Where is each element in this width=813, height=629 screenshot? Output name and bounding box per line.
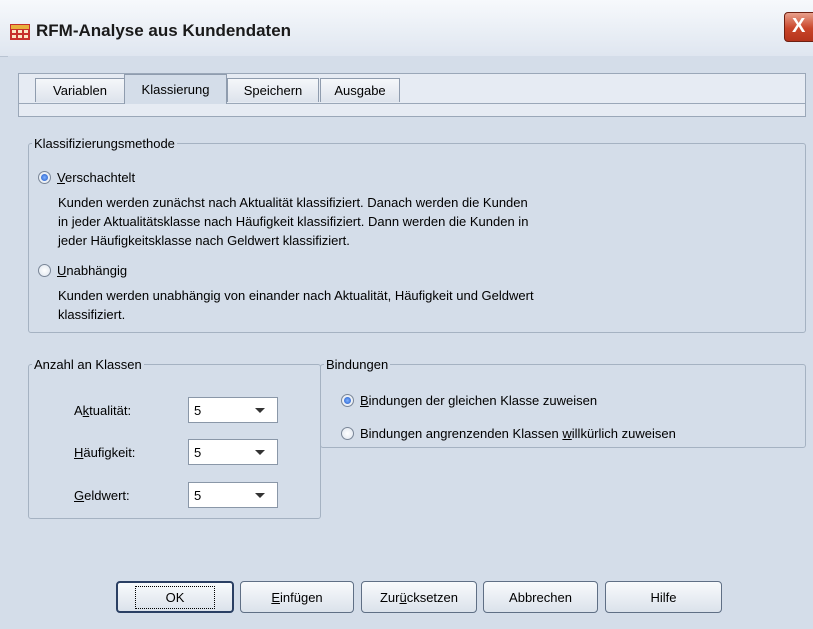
mnemonic: U xyxy=(57,263,67,278)
label-text: illkürlich zuweisen xyxy=(571,426,676,441)
tab-klassierung[interactable]: Klassierung xyxy=(124,74,227,104)
radio-label: Bindungen der gleichen Klasse zuweisen xyxy=(360,393,597,408)
chevron-down-icon xyxy=(255,492,265,498)
description-line: klassifiziert. xyxy=(58,307,126,322)
radio-unselected-icon xyxy=(341,427,354,440)
label-text: cksetzen xyxy=(406,589,459,605)
recency-select[interactable]: 5 xyxy=(188,397,278,423)
table-grid-icon xyxy=(10,24,30,40)
radio-selected-icon xyxy=(38,171,51,184)
ties-random-radio[interactable]: Bindungen angrenzenden Klassen willkürli… xyxy=(341,426,676,441)
label-text: A xyxy=(74,403,83,418)
window-title: RFM-Analyse aus Kundendaten xyxy=(36,21,292,40)
ties-same-bin-radio[interactable]: Bindungen der gleichen Klasse zuweisen xyxy=(341,393,597,408)
mnemonic: ü xyxy=(399,589,407,605)
select-value: 5 xyxy=(194,444,202,460)
group-legend: Bindungen xyxy=(326,357,389,372)
description-line: in jeder Aktualitätsklasse nach Häufigke… xyxy=(58,214,529,229)
label-text: Bindungen angrenzenden Klassen xyxy=(360,426,563,441)
monetary-label: Geldwert: xyxy=(74,488,130,503)
ok-button[interactable]: OK xyxy=(116,581,234,613)
paste-button[interactable]: Einfügen xyxy=(240,581,354,613)
independent-radio[interactable]: Unabhängig xyxy=(38,263,127,278)
title-bar[interactable]: RFM-Analyse aus Kundendaten X xyxy=(0,0,813,57)
radio-label: Bindungen angrenzenden Klassen willkürli… xyxy=(360,426,676,441)
group-legend: Anzahl an Klassen xyxy=(34,357,142,372)
tab-label: Speichern xyxy=(243,83,303,98)
dialog-window: RFM-Analyse aus Kundendaten X Variablen … xyxy=(0,0,813,629)
reset-button[interactable]: Zurücksetzen xyxy=(361,581,477,613)
tab-label: Variablen xyxy=(53,83,107,98)
tab-label: Klassierung xyxy=(141,82,210,97)
independent-description: Kunden werden unabhängig von einander na… xyxy=(58,286,534,324)
label-text: tualität: xyxy=(89,403,132,418)
description-line: Kunden werden unabhängig von einander na… xyxy=(58,288,534,303)
close-button[interactable]: X xyxy=(784,12,813,42)
frequency-select[interactable]: 5 xyxy=(188,439,278,465)
label-text: erschachtelt xyxy=(64,170,136,185)
label-text: eldwert: xyxy=(84,488,130,503)
radio-selected-icon xyxy=(341,394,354,407)
cancel-button[interactable]: Abbrechen xyxy=(483,581,598,613)
mnemonic: E xyxy=(271,589,280,605)
dialog-body: Variablen Klassierung Speichern Ausgabe … xyxy=(8,56,813,629)
radio-label: Verschachtelt xyxy=(57,170,135,185)
label-text: infügen xyxy=(280,589,323,605)
radio-unselected-icon xyxy=(38,264,51,277)
mnemonic: V xyxy=(57,170,65,185)
mnemonic: w xyxy=(562,426,572,441)
description-line: Kunden werden zunächst nach Aktualität k… xyxy=(58,195,528,210)
button-label: Hilfe xyxy=(650,589,677,605)
close-icon: X xyxy=(792,15,806,37)
select-value: 5 xyxy=(194,402,202,418)
label-text: äufigkeit: xyxy=(83,445,136,460)
nested-radio[interactable]: Verschachtelt xyxy=(38,170,135,185)
chevron-down-icon xyxy=(255,449,265,455)
description-line: jeder Häufigkeitsklasse nach Geldwert kl… xyxy=(58,233,350,248)
button-label: Zurücksetzen xyxy=(380,590,458,605)
mnemonic: G xyxy=(74,488,85,503)
button-label: OK xyxy=(134,585,216,609)
tab-label: Ausgabe xyxy=(334,83,386,98)
tab-speichern[interactable]: Speichern xyxy=(227,78,319,102)
tab-ausgabe[interactable]: Ausgabe xyxy=(320,78,400,102)
monetary-select[interactable]: 5 xyxy=(188,482,278,508)
label-text: nabhängig xyxy=(66,263,128,278)
button-label: Einfügen xyxy=(271,590,322,605)
select-value: 5 xyxy=(194,487,202,503)
chevron-down-icon xyxy=(255,407,265,413)
nested-description: Kunden werden zunächst nach Aktualität k… xyxy=(58,193,528,250)
label-text: Zur xyxy=(379,589,400,605)
recency-label: Aktualität: xyxy=(74,403,131,418)
tab-variablen[interactable]: Variablen xyxy=(35,78,125,102)
mnemonic: H xyxy=(74,445,84,460)
radio-label: Unabhängig xyxy=(57,263,127,278)
button-label: Abbrechen xyxy=(509,589,572,605)
mnemonic: B xyxy=(360,393,369,408)
label-text: indungen der gleichen Klasse zuweisen xyxy=(368,393,598,408)
frequency-label: Häufigkeit: xyxy=(74,445,135,460)
help-button[interactable]: Hilfe xyxy=(605,581,722,613)
group-legend: Klassifizierungsmethode xyxy=(34,136,175,151)
